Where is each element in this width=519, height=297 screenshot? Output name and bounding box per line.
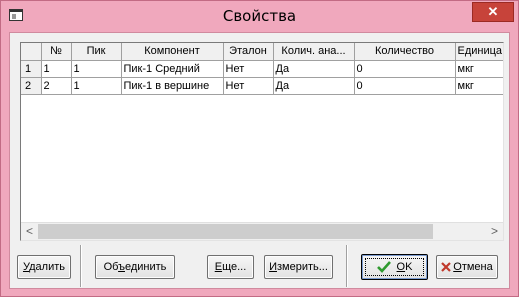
merge-label-post: единить: [124, 261, 167, 273]
window-title: Свойства: [222, 7, 297, 25]
column-header-standard[interactable]: Эталон: [223, 43, 274, 61]
cell-unit[interactable]: мкг: [455, 60, 503, 78]
delete-button[interactable]: Удалить: [17, 255, 71, 279]
separator: [346, 245, 348, 287]
properties-window: Свойства ✕ № Пик Компонент Эталон Колич.…: [0, 0, 519, 297]
cell-standard[interactable]: Нет: [223, 77, 274, 95]
column-header-quant-analysis[interactable]: Колич. ана...: [273, 43, 355, 61]
scroll-right-icon[interactable]: >: [486, 223, 503, 240]
merge-button[interactable]: Объединить: [95, 255, 175, 279]
components-table: № Пик Компонент Эталон Колич. ана... Кол…: [21, 43, 503, 95]
close-button[interactable]: ✕: [472, 2, 514, 22]
cell-number[interactable]: 1: [41, 60, 72, 78]
cell-amount[interactable]: 0: [354, 60, 456, 78]
title-bar[interactable]: Свойства ✕: [1, 1, 518, 32]
cell-component[interactable]: Пик-1 Средний: [121, 60, 224, 78]
cancel-label-post: тмена: [461, 261, 493, 273]
cell-peak[interactable]: 1: [71, 77, 122, 95]
cell-peak[interactable]: 1: [71, 60, 122, 78]
cell-quant-analysis[interactable]: Да: [273, 60, 355, 78]
delete-label-post: далить: [29, 261, 65, 273]
row-header[interactable]: 2: [21, 77, 42, 95]
scroll-left-icon[interactable]: <: [21, 223, 38, 240]
focus-rect: [365, 258, 424, 276]
cell-quant-analysis[interactable]: Да: [273, 77, 355, 95]
cancel-label-hotkey: О: [453, 261, 462, 273]
merge-label-hotkey: ъ: [118, 261, 125, 273]
x-icon: [441, 262, 452, 272]
cell-standard[interactable]: Нет: [223, 60, 274, 78]
row-header[interactable]: 1: [21, 60, 42, 78]
merge-label-pre: Об: [103, 261, 119, 273]
cell-number[interactable]: 2: [41, 77, 72, 95]
corner-cell[interactable]: [21, 43, 42, 61]
measure-label-post: змерить...: [276, 261, 328, 273]
dialog-client-area: № Пик Компонент Эталон Колич. ана... Кол…: [9, 32, 510, 289]
more-button[interactable]: Еще...: [207, 255, 254, 279]
horizontal-scrollbar[interactable]: < >: [21, 222, 503, 240]
cancel-button[interactable]: Отмена: [436, 255, 498, 279]
measure-button[interactable]: Измерить...: [264, 255, 333, 279]
scroll-thumb[interactable]: [38, 224, 433, 239]
more-label-post: ще...: [222, 261, 247, 273]
cell-amount[interactable]: 0: [354, 77, 456, 95]
more-label-hotkey: Е: [214, 261, 223, 273]
column-header-amount[interactable]: Количество: [354, 43, 456, 61]
table-row[interactable]: 1 1 1 Пик-1 Средний Нет Да 0 мкг: [21, 60, 503, 78]
column-header-peak[interactable]: Пик: [71, 43, 122, 61]
measure-label-hotkey: И: [269, 261, 277, 273]
column-header-component[interactable]: Компонент: [121, 43, 224, 61]
separator: [80, 245, 82, 287]
cell-component[interactable]: Пик-1 в вершине: [121, 77, 224, 95]
column-header-unit[interactable]: Единица: [455, 43, 503, 61]
header-row: № Пик Компонент Эталон Колич. ана... Кол…: [21, 43, 503, 61]
components-grid[interactable]: № Пик Компонент Эталон Колич. ана... Кол…: [20, 42, 504, 241]
cell-unit[interactable]: мкг: [455, 77, 503, 95]
table-row[interactable]: 2 2 1 Пик-1 в вершине Нет Да 0 мкг: [21, 77, 503, 95]
column-header-number[interactable]: №: [41, 43, 72, 61]
ok-button[interactable]: OK: [361, 254, 428, 280]
